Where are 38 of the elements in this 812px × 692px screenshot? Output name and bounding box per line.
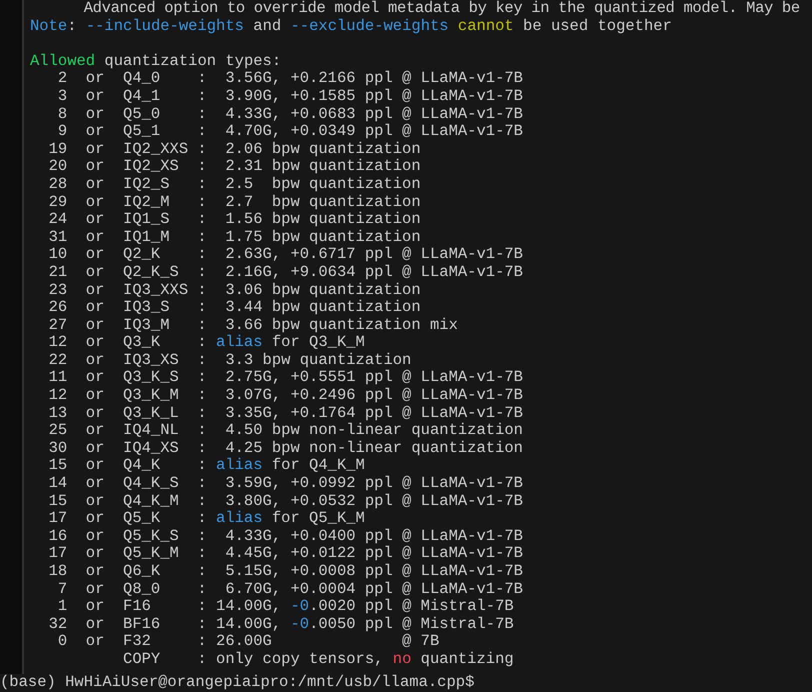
quantization-type-line: 28 or IQ2_S : 2.5 bpw quantization [48,176,421,194]
quantization-type-line: 3 or Q4_1 : 3.90G, +0.1585 ppl @ LLaMA-v1-7B [56,88,523,106]
quantization-type-line: 13 or Q3_K_L : 3.35G, +0.1764 ppl @ LLaMA-v1-7B [48,404,523,422]
quantization-type-line: 17 or Q5_K : alias for Q5_K_M [48,510,365,528]
shell-prompt: (base) HwHiAiUser@orangepiaipro:/mnt/usb/llama.cpp$ [0,674,474,692]
quantization-type-line: 18 or Q6_K : 5.15G, +0.0008 ppl @ LLaMA-v1-7B [48,563,523,581]
quantization-type-line: 12 or Q3_K : alias for Q3_K_M [48,334,365,352]
note-line: Note: --include-weights and --exclude-weights cannot be used together [30,18,672,36]
quantization-type-line: 9 or Q5_1 : 4.70G, +0.0349 ppl @ LLaMA-v1-7B [56,123,523,141]
quantization-type-line: 19 or IQ2_XXS : 2.06 bpw quantization [48,140,421,158]
quantization-type-line: 22 or IQ3_XS : 3.3 bpw quantization [48,352,412,370]
quantization-type-line: 15 or Q4_K : alias for Q4_K_M [48,457,365,476]
quantization-type-line: 20 or IQ2_XS : 2.31 bpw quantization [48,158,421,176]
quantization-type-line: 32 or BF16 : 14.00G, -0.0050 ppl @ Mistral-7B [48,616,514,634]
quantization-type-line: 8 or Q5_0 : 4.33G, +0.0683 ppl @ LLaMA-v1-7B [56,106,523,124]
quantization-type-line: 27 or IQ3_M : 3.66 bpw quantization mix [48,316,458,334]
quantization-type-line: 26 or IQ3_S : 3.44 bpw quantization [48,299,421,317]
output-line: Advanced option to override model metadata by key in the quantized model. May be [82,0,800,18]
quantization-type-line: 30 or IQ4_XS : 4.25 bpw non-linear quantization [48,440,523,458]
section-heading: Allowed quantization types: [30,52,282,70]
quantization-type-line: 10 or Q2_K : 2.63G, +0.6717 ppl @ LLaMA-v1-7B [48,246,523,264]
quantization-type-line: 14 or Q4_K_S : 3.59G, +0.0992 ppl @ LLaMA-v1-7B [48,475,523,493]
quantization-type-line: 16 or Q5_K_S : 4.33G, +0.0400 ppl @ LLaMA-v1-7B [48,528,523,546]
quantization-type-line: 17 or Q5_K_M : 4.45G, +0.0122 ppl @ LLaMA-v1-7B [48,545,523,563]
quantization-type-line: 29 or IQ2_M : 2.7 bpw quantization [48,194,421,212]
quantization-type-line: 0 or F32 : 26.00G @ 7B [56,633,440,651]
quantization-type-line: 2 or Q4_0 : 3.56G, +0.2166 ppl @ LLaMA-v1-7B [56,70,523,88]
quantization-type-line: 23 or IQ3_XXS : 3.06 bpw quantization [48,282,421,300]
quantization-type-line: 11 or Q3_K_S : 2.75G, +0.5551 ppl @ LLaMA-v1-7B [48,369,523,388]
quantization-type-line: 1 or F16 : 14.00G, -0.0020 ppl @ Mistral-7B [56,598,514,616]
quantization-type-line: 7 or Q8_0 : 6.70G, +0.0004 ppl @ LLaMA-v1-7B [56,580,523,598]
quantization-type-line: COPY : only copy tensors, no quantizing [122,650,514,669]
quantization-type-line: 12 or Q3_K_M : 3.07G, +0.2496 ppl @ LLaMA-v1-7B [48,387,523,405]
quantization-type-line: 25 or IQ4_NL : 4.50 bpw non-linear quantization [48,422,523,440]
quantization-type-line: 24 or IQ1_S : 1.56 bpw quantization [48,211,421,229]
quantization-type-line: 21 or Q2_K_S : 2.16G, +9.0634 ppl @ LLaMA-v1-7B [48,264,523,282]
quantization-type-line: 15 or Q4_K_M : 3.80G, +0.0532 ppl @ LLaMA-v1-7B [48,492,523,510]
quantization-type-line: 31 or IQ1_M : 1.75 bpw quantization [48,228,421,246]
